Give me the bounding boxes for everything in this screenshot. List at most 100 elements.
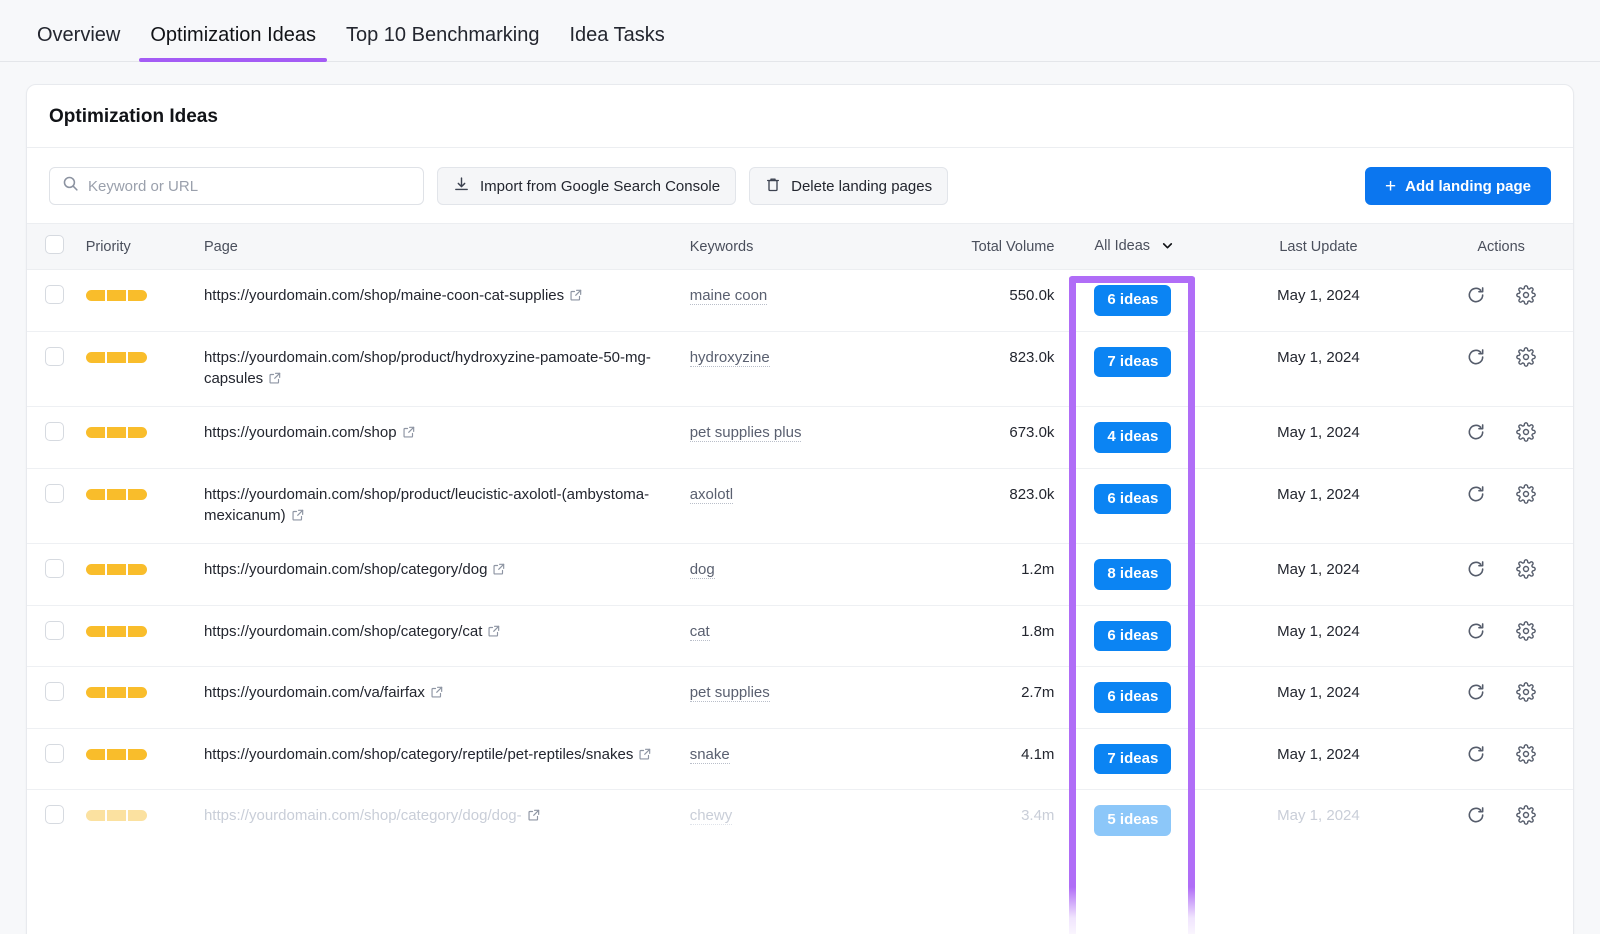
gear-icon[interactable] [1516,347,1536,367]
actions-cell [1429,270,1573,332]
page-cell: https://yourdomain.com/shop/category/dog… [196,790,682,851]
page-url[interactable]: https://yourdomain.com/shop/category/cat [204,623,482,640]
gear-icon[interactable] [1516,484,1536,504]
tab-top-10-benchmarking[interactable]: Top 10 Benchmarking [335,25,550,61]
import-gsc-button[interactable]: Import from Google Search Console [437,167,736,205]
keyword-link[interactable]: hydroxyzine [690,349,770,367]
search-input[interactable] [88,178,411,195]
row-checkbox[interactable] [45,805,64,824]
external-link-icon[interactable] [527,807,541,828]
external-link-icon[interactable] [268,370,282,391]
gear-icon[interactable] [1516,744,1536,764]
ideas-badge[interactable]: 8 ideas [1094,559,1171,590]
ideas-badge[interactable]: 6 ideas [1094,285,1171,316]
keyword-link[interactable]: axolotl [690,486,733,504]
row-checkbox[interactable] [45,744,64,763]
header-priority[interactable]: Priority [78,224,196,270]
row-checkbox[interactable] [45,422,64,441]
row-checkbox[interactable] [45,559,64,578]
keyword-link[interactable]: snake [690,746,730,764]
priority-cell [78,605,196,667]
ideas-badge[interactable]: 6 ideas [1094,621,1171,652]
row-checkbox[interactable] [45,682,64,701]
table-row[interactable]: https://yourdomain.com/va/fairfax pet sup… [27,667,1573,729]
table-row[interactable]: https://yourdomain.com/shop pet supplies … [27,407,1573,469]
refresh-icon[interactable] [1466,621,1486,641]
priority-cell [78,728,196,790]
ideas-badge[interactable]: 7 ideas [1094,744,1171,775]
gear-icon[interactable] [1516,621,1536,641]
ideas-badge[interactable]: 6 ideas [1094,484,1171,515]
external-link-icon[interactable] [402,424,416,445]
header-page[interactable]: Page [196,224,682,270]
header-all-ideas-filter[interactable]: All Ideas [1072,224,1207,270]
keyword-cell: snake [682,728,946,790]
external-link-icon[interactable] [569,287,583,308]
external-link-icon[interactable] [430,684,444,705]
ideas-badge[interactable]: 5 ideas [1094,805,1171,836]
keyword-link[interactable]: chewy [690,807,733,825]
page-url[interactable]: https://yourdomain.com/shop/maine-coon-c… [204,287,564,304]
tab-idea-tasks[interactable]: Idea Tasks [558,25,675,61]
refresh-icon[interactable] [1466,484,1486,504]
refresh-icon[interactable] [1466,285,1486,305]
page-url[interactable]: https://yourdomain.com/va/fairfax [204,684,425,701]
keyword-cell: maine coon [682,270,946,332]
card-header: Optimization Ideas [27,85,1573,148]
tab-optimization-ideas[interactable]: Optimization Ideas [139,25,327,61]
add-landing-page-button[interactable]: + Add landing page [1365,167,1551,205]
search-box[interactable] [49,167,424,205]
table-scroll-area[interactable]: Priority Page Keywords Total Volume All … [27,223,1573,883]
row-checkbox[interactable] [45,347,64,366]
delete-landing-pages-button[interactable]: Delete landing pages [749,167,948,205]
gear-icon[interactable] [1516,559,1536,579]
tab-overview[interactable]: Overview [26,25,131,61]
refresh-icon[interactable] [1466,559,1486,579]
table-row[interactable]: https://yourdomain.com/shop/category/dog… [27,790,1573,851]
row-checkbox[interactable] [45,621,64,640]
refresh-icon[interactable] [1466,422,1486,442]
ideas-badge[interactable]: 7 ideas [1094,347,1171,378]
keyword-link[interactable]: dog [690,561,715,579]
refresh-icon[interactable] [1466,744,1486,764]
gear-icon[interactable] [1516,682,1536,702]
gear-icon[interactable] [1516,805,1536,825]
page-url[interactable]: https://yourdomain.com/shop/product/leuc… [204,486,649,524]
table-row[interactable]: https://yourdomain.com/shop/product/hydr… [27,331,1573,407]
keyword-cell: cat [682,605,946,667]
header-last-update[interactable]: Last Update [1208,224,1430,270]
gear-icon[interactable] [1516,285,1536,305]
keyword-link[interactable]: maine coon [690,287,768,305]
row-checkbox[interactable] [45,285,64,304]
page-title: Optimization Ideas [49,106,1551,128]
table-row[interactable]: https://yourdomain.com/shop/category/cat… [27,605,1573,667]
ideas-badge[interactable]: 4 ideas [1094,422,1171,453]
external-link-icon[interactable] [487,623,501,644]
refresh-icon[interactable] [1466,347,1486,367]
refresh-icon[interactable] [1466,805,1486,825]
actions-cell [1429,667,1573,729]
ideas-badge[interactable]: 6 ideas [1094,682,1171,713]
keyword-link[interactable]: pet supplies plus [690,424,802,442]
header-keywords[interactable]: Keywords [682,224,946,270]
chevron-down-icon[interactable] [1161,239,1174,256]
external-link-icon[interactable] [492,561,506,582]
keyword-link[interactable]: cat [690,623,710,641]
select-all-checkbox[interactable] [45,235,64,254]
table-row[interactable]: https://yourdomain.com/shop/category/dog… [27,544,1573,606]
page-url[interactable]: https://yourdomain.com/shop/category/rep… [204,746,633,763]
external-link-icon[interactable] [638,746,652,767]
page-url[interactable]: https://yourdomain.com/shop/category/dog… [204,807,522,824]
header-total-volume[interactable]: Total Volume [946,224,1073,270]
page-url[interactable]: https://yourdomain.com/shop/category/dog [204,561,488,578]
page-url[interactable]: https://yourdomain.com/shop [204,424,397,441]
gear-icon[interactable] [1516,422,1536,442]
refresh-icon[interactable] [1466,682,1486,702]
external-link-icon[interactable] [291,507,305,528]
keyword-link[interactable]: pet supplies [690,684,770,702]
page-cell: https://yourdomain.com/shop/maine-coon-c… [196,270,682,332]
table-row[interactable]: https://yourdomain.com/shop/maine-coon-c… [27,270,1573,332]
row-checkbox[interactable] [45,484,64,503]
table-row[interactable]: https://yourdomain.com/shop/product/leuc… [27,468,1573,544]
table-row[interactable]: https://yourdomain.com/shop/category/rep… [27,728,1573,790]
